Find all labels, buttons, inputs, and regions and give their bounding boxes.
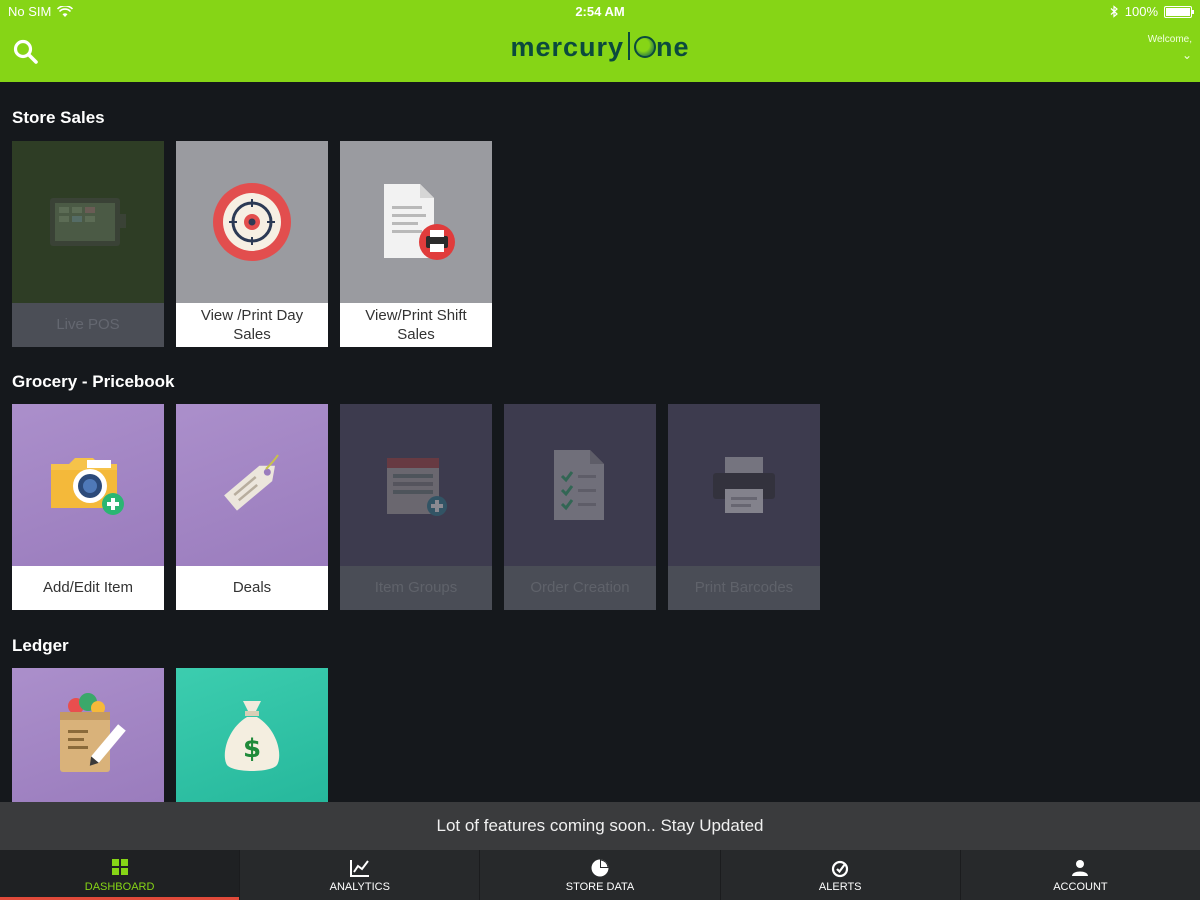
nav-analytics[interactable]: ANALYTICS bbox=[240, 850, 481, 900]
tile-art bbox=[504, 404, 656, 566]
tile-label: Item Groups bbox=[340, 566, 492, 610]
tile-order-creation[interactable]: Order Creation bbox=[504, 404, 656, 610]
coming-soon-toast: Lot of features coming soon.. Stay Updat… bbox=[0, 802, 1200, 850]
list-add-icon bbox=[387, 458, 447, 516]
checklist-icon bbox=[554, 450, 604, 520]
tile-label: Add/Edit Item bbox=[12, 566, 164, 610]
tile-label: View /Print Day Sales bbox=[176, 303, 328, 347]
tile-ledger-money[interactable]: $ bbox=[176, 668, 328, 802]
price-tag-icon bbox=[224, 454, 279, 511]
target-icon bbox=[213, 183, 291, 261]
tile-print-barcodes[interactable]: Print Barcodes bbox=[668, 404, 820, 610]
tile-label: Live POS bbox=[12, 303, 164, 347]
tile-label: Deals bbox=[176, 566, 328, 610]
nav-dashboard[interactable]: DASHBOARD bbox=[0, 850, 241, 900]
battery-icon bbox=[1164, 5, 1194, 18]
section-title-store-sales: Store Sales bbox=[12, 108, 105, 127]
tile-view-print-day-sales[interactable]: View /Print Day Sales bbox=[176, 141, 328, 347]
nav-label: ANALYTICS bbox=[329, 880, 390, 893]
logo-text-left: mercury bbox=[510, 32, 625, 62]
tile-art bbox=[668, 404, 820, 566]
tile-live-pos[interactable]: Live POS bbox=[12, 141, 164, 347]
tile-ledger-expenses[interactable] bbox=[12, 668, 164, 802]
nav-account[interactable]: ACCOUNT bbox=[961, 850, 1200, 900]
nav-alerts[interactable]: ALERTS bbox=[721, 850, 961, 900]
bluetooth-icon bbox=[1110, 5, 1118, 18]
account-icon bbox=[1072, 859, 1089, 876]
tile-art bbox=[12, 141, 164, 303]
tile-deals[interactable]: Deals bbox=[176, 404, 328, 610]
print-document-icon bbox=[384, 184, 455, 260]
printer-icon bbox=[713, 457, 775, 513]
battery-percent: 100% bbox=[1124, 4, 1158, 19]
nav-label: ALERTS bbox=[818, 880, 862, 893]
tile-label: Print Barcodes bbox=[668, 566, 820, 610]
welcome-label: Welcome, bbox=[1147, 34, 1192, 45]
tile-art bbox=[340, 404, 492, 566]
nav-label: ACCOUNT bbox=[1053, 880, 1108, 893]
tile-item-groups[interactable]: Item Groups bbox=[340, 404, 492, 610]
tile-art bbox=[176, 404, 328, 566]
top-bar: No SIM 2:54 AM 100% mercury ne Welcome, ⌄ bbox=[0, 0, 1200, 82]
tile-art bbox=[12, 668, 164, 802]
tile-art bbox=[176, 141, 328, 303]
section-title-ledger: Ledger bbox=[12, 636, 69, 655]
status-bar-right: 100% bbox=[1110, 4, 1194, 19]
tile-add-edit-item[interactable]: Add/Edit Item bbox=[12, 404, 164, 610]
logo-text-right: ne bbox=[656, 32, 690, 62]
tile-art bbox=[340, 141, 492, 303]
dashboard-icon bbox=[111, 858, 128, 875]
tile-label: Order Creation bbox=[504, 566, 656, 610]
chevron-down-icon: ⌄ bbox=[1181, 48, 1192, 62]
camera-add-icon bbox=[51, 458, 124, 515]
tile-label: View/Print Shift Sales bbox=[340, 303, 492, 347]
nav-label: STORE DATA bbox=[565, 880, 635, 893]
money-bag-icon: $ bbox=[224, 701, 280, 771]
svg-text:$: $ bbox=[243, 734, 261, 764]
grocery-bag-note-icon bbox=[60, 693, 126, 772]
tile-art bbox=[12, 404, 164, 566]
nav-label: DASHBOARD bbox=[84, 880, 155, 893]
welcome-menu[interactable]: Welcome, ⌄ bbox=[1148, 34, 1192, 62]
app-logo: mercury ne bbox=[0, 32, 1200, 63]
alerts-icon bbox=[832, 860, 849, 877]
tile-view-print-shift-sales[interactable]: View/Print Shift Sales bbox=[340, 141, 492, 347]
globe-icon bbox=[634, 36, 657, 58]
bottom-nav: DASHBOARD ANALYTICS STORE DATA ALERTS AC… bbox=[0, 850, 1200, 900]
status-time: 2:54 AM bbox=[575, 4, 625, 19]
nav-store-data[interactable]: STORE DATA bbox=[480, 850, 721, 900]
section-title-grocery-pricebook: Grocery - Pricebook bbox=[12, 372, 175, 391]
chart-icon bbox=[349, 859, 369, 877]
tile-art: $ bbox=[176, 668, 328, 802]
toast-message: Lot of features coming soon.. Stay Updat… bbox=[436, 816, 764, 835]
pos-terminal-icon bbox=[50, 198, 126, 246]
pie-chart-icon bbox=[591, 859, 609, 876]
